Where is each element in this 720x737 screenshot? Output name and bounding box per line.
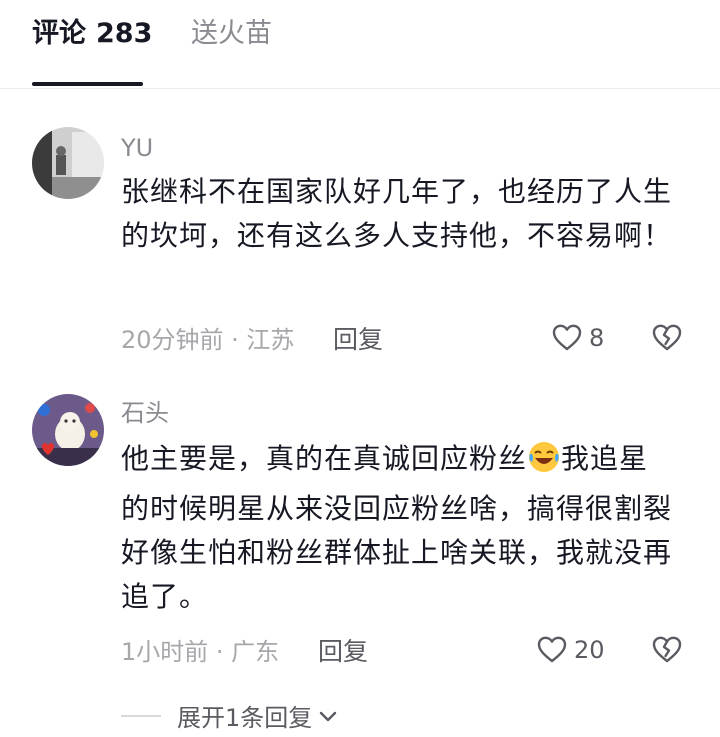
avatar[interactable] xyxy=(32,127,104,199)
dislike-button[interactable] xyxy=(651,634,683,670)
comment-username[interactable]: YU xyxy=(121,133,153,163)
comment-text: 张继科不在国家队好几年了，也经历了人生的坎坷，还有这么多人支持他，不容易啊！ xyxy=(121,175,673,252)
laughing-crying-emoji-icon xyxy=(527,440,561,487)
active-tab-indicator xyxy=(32,82,143,86)
tab-gift[interactable]: 送火苗 xyxy=(191,16,272,52)
dislike-button[interactable] xyxy=(651,322,683,358)
comments-page: 评论 283 送火苗 YU 张继科不在国家队好几年了，也经历了人生的坎坷，还有这么… xyxy=(0,0,720,737)
comment-meta: 1小时前 · 广东 xyxy=(121,638,280,666)
broken-heart-icon xyxy=(652,324,682,351)
comment-text: 他主要是，真的在真诚回应粉丝 我追星的时候明星从来没回应粉丝啥，搞得很割裂好像生怕… xyxy=(121,437,676,619)
reply-button[interactable]: 回复 xyxy=(318,636,368,668)
expand-replies-button[interactable]: 展开1条回复 xyxy=(121,698,340,733)
comment-username[interactable]: 石头 xyxy=(121,398,169,428)
comment-meta: 20分钟前 · 江苏 xyxy=(121,326,295,354)
chevron-down-icon xyxy=(320,711,337,721)
like-button[interactable]: 8 xyxy=(551,322,604,354)
reply-button[interactable]: 回复 xyxy=(333,324,383,356)
like-count: 20 xyxy=(574,636,605,664)
comment-text-part-1: 他主要是，真的在真诚回应粉丝 xyxy=(121,442,528,475)
like-count: 8 xyxy=(589,324,605,352)
heart-icon xyxy=(552,324,582,351)
avatar[interactable] xyxy=(32,394,104,466)
avatar-image xyxy=(32,394,104,466)
expand-replies-label: 展开1条回复 xyxy=(177,704,313,732)
tab-bar: 评论 283 送火苗 xyxy=(0,0,720,89)
avatar-image xyxy=(32,127,104,199)
tab-comments-label: 评论 xyxy=(32,18,86,49)
like-button[interactable]: 20 xyxy=(536,634,605,666)
comments-count: 283 xyxy=(96,18,153,49)
expand-divider xyxy=(121,714,161,717)
tab-comments[interactable]: 评论 283 xyxy=(32,16,152,52)
heart-icon xyxy=(537,636,567,663)
broken-heart-icon xyxy=(652,636,682,663)
